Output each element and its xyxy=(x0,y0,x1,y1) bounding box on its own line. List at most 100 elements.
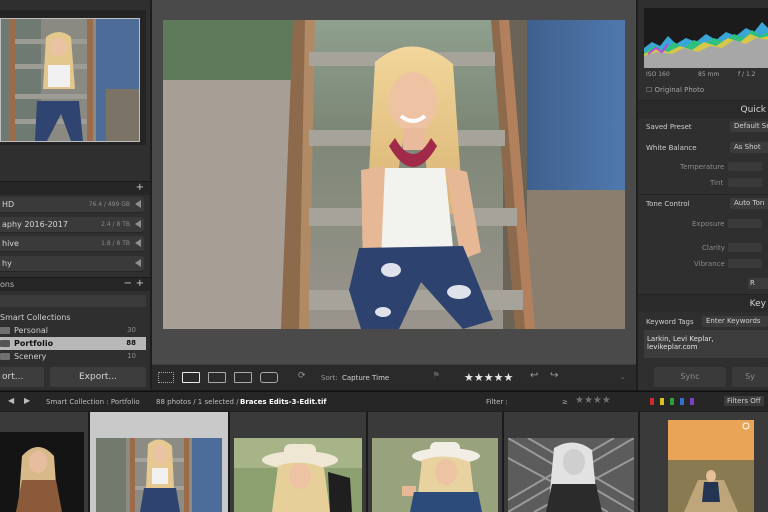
tone-control-label: Tone Control xyxy=(646,200,690,208)
collection-item-selected[interactable]: Portfolio 88 xyxy=(0,337,146,350)
add-folder-icon[interactable]: + xyxy=(136,182,144,193)
forward-arrow-icon[interactable]: ▶ xyxy=(24,396,30,405)
histogram[interactable] xyxy=(644,8,768,68)
collections-header[interactable]: ons − + xyxy=(0,277,150,291)
navigator-panel xyxy=(0,10,146,145)
iso-readout: ISO 160 xyxy=(646,71,670,78)
aperture-readout: f / 1.2 xyxy=(738,71,756,78)
thumbnail-image xyxy=(372,438,498,512)
filmstrip-thumbnail-selected[interactable] xyxy=(90,412,228,512)
reset-button[interactable]: R xyxy=(748,278,768,289)
quick-develop-header[interactable]: Quick xyxy=(638,100,768,118)
temperature-adjust-buttons[interactable] xyxy=(728,162,762,171)
keywording-title: Key xyxy=(749,299,766,309)
folders-header[interactable]: + xyxy=(0,181,150,195)
auto-tone-button[interactable]: Auto Ton xyxy=(730,198,768,209)
quick-develop-title: Quick xyxy=(740,105,766,115)
rating-comparator[interactable]: ≥ xyxy=(562,398,568,406)
collection-item[interactable]: Personal 30 xyxy=(0,324,146,337)
collection-name: Smart Collections xyxy=(0,313,71,322)
sort-label: Sort: xyxy=(321,374,338,382)
compare-view-icon[interactable] xyxy=(208,372,226,383)
navigator-preview[interactable] xyxy=(0,18,140,142)
import-button[interactable]: ort... xyxy=(0,367,44,387)
white-balance-dropdown[interactable]: As Shot xyxy=(730,142,768,153)
filmstrip-thumbnail[interactable] xyxy=(0,412,88,512)
selected-filename: Braces Edits-3-Edit.tif xyxy=(240,398,327,406)
keywording-header[interactable]: Key xyxy=(638,294,768,312)
rotate-right-icon[interactable]: ↪ xyxy=(550,370,558,381)
back-arrow-icon[interactable]: ◀ xyxy=(8,396,14,405)
grid-view-icon[interactable] xyxy=(158,372,174,383)
filmstrip-thumbnail[interactable] xyxy=(230,412,366,512)
remove-collection-icon[interactable]: − xyxy=(124,278,132,289)
add-collection-icon[interactable]: + xyxy=(136,278,144,289)
rotate-left-icon[interactable]: ↩ xyxy=(530,370,538,381)
filmstrip-source[interactable]: Smart Collection : Portfolio xyxy=(46,398,140,406)
vibrance-adjust-buttons[interactable] xyxy=(728,259,762,268)
people-view-icon[interactable] xyxy=(260,372,278,383)
collapse-triangle-icon[interactable] xyxy=(135,239,141,247)
white-balance-label: White Balance xyxy=(646,144,697,152)
main-photo[interactable] xyxy=(163,20,625,329)
collapse-triangle-icon[interactable] xyxy=(135,259,141,267)
smart-collection-icon xyxy=(0,340,10,347)
filmstrip-thumbnail[interactable] xyxy=(504,412,638,512)
purple-label-filter[interactable] xyxy=(690,398,694,405)
toolbar: ⟳ Sort: Capture Time ⚑ ★★★★★ ↩ ↪ ⌄ xyxy=(152,364,636,390)
rating-stars[interactable]: ★★★★★ xyxy=(464,371,513,384)
keyword-tags-dropdown[interactable]: Enter Keywords xyxy=(702,316,768,327)
filter-rating-stars[interactable]: ★★★★ xyxy=(575,395,611,406)
clarity-adjust-buttons[interactable] xyxy=(728,243,762,252)
filters-off-dropdown[interactable]: Filters Off xyxy=(724,396,764,406)
collection-set-smart[interactable]: Smart Collections xyxy=(0,311,146,324)
thumbnail-image xyxy=(96,438,222,512)
yellow-label-filter[interactable] xyxy=(660,398,664,405)
clarity-label: Clarity xyxy=(702,244,725,252)
loupe-view-icon[interactable] xyxy=(182,372,200,383)
keyword-tags-label: Keyword Tags xyxy=(646,318,694,326)
collection-name: Personal xyxy=(14,326,49,335)
drive-name: HD xyxy=(2,200,15,209)
collection-count: 88 xyxy=(126,339,136,347)
thumbnail-image xyxy=(668,420,754,512)
drive-size: 2.4 / 8 TB xyxy=(101,221,130,228)
exposure-adjust-buttons[interactable] xyxy=(728,219,762,228)
drive-row[interactable]: aphy 2016-2017 2.4 / 8 TB xyxy=(0,217,144,233)
collection-count: 10 xyxy=(127,352,136,360)
collections-filter-input[interactable] xyxy=(0,295,146,307)
drive-row[interactable]: hy xyxy=(0,256,144,272)
filmstrip-thumbnail[interactable] xyxy=(368,412,502,512)
collection-item[interactable]: Scenery 10 xyxy=(0,350,146,363)
painter-icon[interactable]: ⟳ xyxy=(298,371,306,381)
tint-label: Tint xyxy=(710,179,724,187)
red-label-filter[interactable] xyxy=(650,398,654,405)
saved-preset-dropdown[interactable]: Default Se xyxy=(730,121,768,132)
sort-dropdown[interactable]: Capture Time xyxy=(342,374,389,382)
sync-settings-button[interactable]: Sy xyxy=(732,367,768,387)
original-photo-checkbox[interactable]: ☐ Original Photo xyxy=(646,86,704,94)
tint-adjust-buttons[interactable] xyxy=(728,178,762,187)
blue-label-filter[interactable] xyxy=(680,398,684,405)
drive-size: 76.4 / 499 GB xyxy=(88,201,130,208)
filmstrip-thumbnail[interactable] xyxy=(640,412,768,512)
filmstrip-bar: ◀ ▶ Smart Collection : Portfolio 88 phot… xyxy=(0,391,768,411)
temperature-label: Temperature xyxy=(680,163,725,171)
drive-row[interactable]: hive 1.8 / 8 TB xyxy=(0,236,144,252)
keywords-textarea[interactable]: Larkin, Levi Keplar, levikeplar.com xyxy=(644,330,768,358)
drive-row[interactable]: HD 76.4 / 499 GB xyxy=(0,197,144,213)
sync-button[interactable]: Sync xyxy=(654,367,726,387)
survey-view-icon[interactable] xyxy=(234,372,252,383)
toolbar-menu-chevron-icon[interactable]: ⌄ xyxy=(620,373,626,381)
collection-name: Scenery xyxy=(14,352,47,361)
divider xyxy=(638,194,768,195)
filter-label: Filter : xyxy=(486,398,508,406)
collapse-triangle-icon[interactable] xyxy=(135,200,141,208)
collapse-triangle-icon[interactable] xyxy=(135,220,141,228)
vibrance-label: Vibrance xyxy=(694,260,725,268)
thumbnail-image xyxy=(0,432,84,512)
drive-size: 1.8 / 8 TB xyxy=(101,240,130,247)
flag-icon[interactable]: ⚑ xyxy=(432,371,440,381)
green-label-filter[interactable] xyxy=(670,398,674,405)
export-button[interactable]: Export... xyxy=(50,367,146,387)
